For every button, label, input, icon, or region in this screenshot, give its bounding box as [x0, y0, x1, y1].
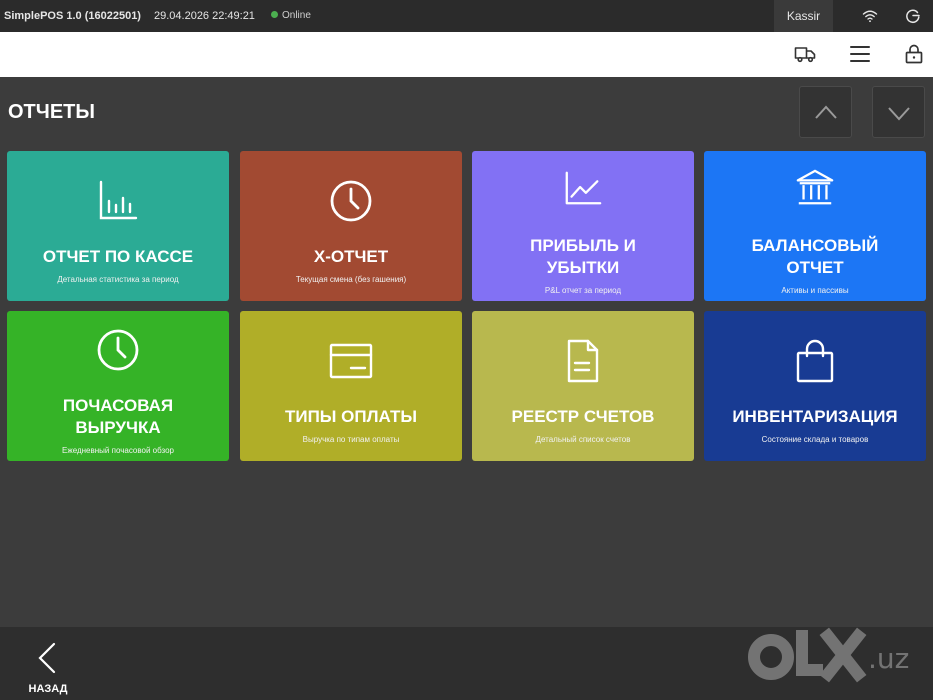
tile-title: ИНВЕНТАРИЗАЦИЯ: [732, 407, 898, 426]
clock-icon: [97, 329, 139, 371]
tile-title-line1: ПОЧАСОВАЯ: [62, 396, 174, 415]
delivery-truck-icon[interactable]: [793, 42, 817, 66]
logout-icon[interactable]: [905, 8, 921, 24]
chevron-up-icon: [815, 105, 837, 119]
bank-icon: [796, 169, 834, 205]
credit-card-icon: [329, 343, 373, 379]
status-bar: SimplePOS 1.0 (16022501) 29.04.2026 22:4…: [0, 0, 933, 32]
tile-subtitle: Детальный список счетов: [535, 435, 631, 444]
online-dot-icon: [271, 11, 278, 18]
menu-icon[interactable]: [848, 42, 872, 66]
back-label: НАЗАД: [28, 683, 68, 695]
page-title: ОТЧЕТЫ: [8, 101, 95, 123]
back-button[interactable]: НАЗАД: [22, 637, 74, 695]
tile-title: ТИПЫ ОПЛАТЫ: [284, 407, 417, 426]
bar-chart-icon: [99, 180, 138, 220]
tile-subtitle: Активы и пассивы: [781, 286, 849, 295]
line-chart-icon: [565, 171, 602, 205]
connection-label: Online: [282, 10, 311, 21]
tile-balance-report[interactable]: БАЛАНСОВЫЙ ОТЧЕТ Активы и пассивы: [704, 151, 926, 301]
tile-subtitle: Текущая смена (без гашения): [295, 275, 407, 284]
tile-subtitle: Ежедневный почасовой обзор: [62, 446, 174, 455]
scroll-up-button[interactable]: [799, 86, 852, 138]
tile-cash-report[interactable]: ОТЧЕТ ПО КАССЕ Детальная статистика за п…: [7, 151, 229, 301]
tile-title: ОТЧЕТ ПО КАССЕ: [42, 247, 194, 266]
user-button[interactable]: Kassir: [774, 0, 833, 32]
clock-icon: [330, 180, 372, 222]
olx-watermark-logo: .uz: [748, 627, 909, 683]
tile-title: РЕЕСТР СЧЕТОВ: [511, 407, 655, 426]
chevron-down-icon: [888, 107, 910, 121]
connection-status: Online: [271, 10, 311, 21]
svg-text:.uz: .uz: [868, 642, 909, 675]
top-toolbar: [0, 32, 933, 77]
tile-invoice-registry[interactable]: РЕЕСТР СЧЕТОВ Детальный список счетов: [472, 311, 694, 461]
tile-title-line2: ВЫРУЧКА: [75, 418, 161, 437]
tile-subtitle: P&L отчет за период: [544, 286, 622, 295]
tile-title: X-ОТЧЕТ: [313, 247, 389, 266]
tile-title-line2: УБЫТКИ: [546, 258, 620, 277]
tile-subtitle: Состояние склада и товаров: [761, 435, 869, 444]
date-time: 29.04.2026 22:49:21: [154, 10, 255, 22]
tile-title-line1: БАЛАНСОВЫЙ: [751, 236, 879, 255]
scroll-down-button[interactable]: [872, 86, 925, 138]
lock-icon[interactable]: [902, 42, 926, 66]
tile-payment-types[interactable]: ТИПЫ ОПЛАТЫ Выручка по типам оплаты: [240, 311, 462, 461]
tile-title-line2: ОТЧЕТ: [786, 258, 844, 277]
tile-subtitle: Выручка по типам оплаты: [302, 435, 400, 444]
tile-x-report[interactable]: X-ОТЧЕТ Текущая смена (без гашения): [240, 151, 462, 301]
shopping-bag-icon: [796, 339, 834, 383]
wifi-icon: [862, 10, 878, 23]
tile-title-line1: ПРИБЫЛЬ И: [530, 236, 636, 255]
document-icon: [567, 339, 599, 383]
tile-hourly-revenue[interactable]: ПОЧАСОВАЯ ВЫРУЧКА Ежедневный почасовой о…: [7, 311, 229, 461]
tile-inventory[interactable]: ИНВЕНТАРИЗАЦИЯ Состояние склада и товаро…: [704, 311, 926, 461]
tile-subtitle: Детальная статистика за период: [57, 275, 179, 284]
chevron-left-icon: [38, 642, 56, 674]
app-name: SimplePOS 1.0 (16022501): [4, 10, 141, 22]
tile-profit-loss[interactable]: ПРИБЫЛЬ И УБЫТКИ P&L отчет за период: [472, 151, 694, 301]
